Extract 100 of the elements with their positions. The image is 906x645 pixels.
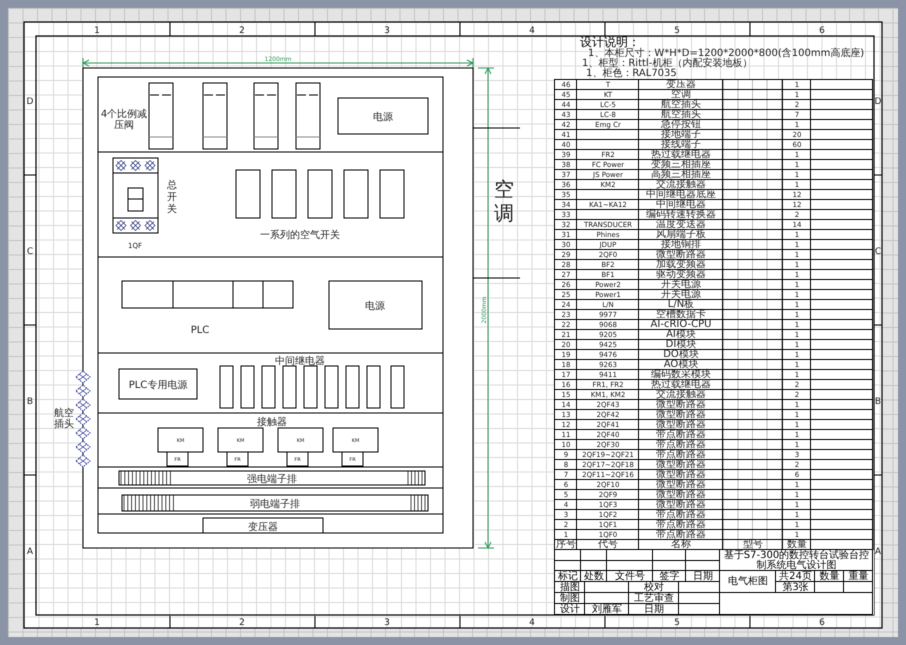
column-header: 数量 [783,540,811,550]
valve-drawing [254,82,278,150]
contactor-drawing [218,428,264,452]
empty-cell [723,530,783,540]
empty-cell [723,310,783,320]
empty-cell [723,280,783,290]
drawing-name: 电气柜图 [720,571,776,593]
table-cell: 编码转速转换器 [639,210,723,220]
table-cell: 带点断路器 [639,520,723,530]
empty-cell [723,350,783,360]
empty-cell [811,410,873,420]
empty-cell [811,480,873,490]
empty-cell [811,310,873,320]
empty-cell [686,560,720,571]
empty-cell [811,170,873,180]
table-cell: 带点断路器 [639,450,723,460]
empty-cell [811,300,873,310]
empty-cell [723,470,783,480]
empty-cell [585,593,629,604]
empty-cell [811,120,873,130]
empty-cell [723,170,783,180]
notes-title: 设计说明： [580,36,640,49]
table-cell: 驱动变频器 [639,270,723,280]
empty-cell [811,150,873,160]
empty-cell [723,130,783,140]
breakers-label: 一系列的空气开关 [260,230,340,241]
drawing-title: 基于S7-300的数控转台试验台控制系统电气设计图 [720,550,873,571]
empty-cell [811,100,873,110]
breaker-drawing [344,170,368,218]
table-cell: L/N板 [639,300,723,310]
table-cell: 中间继电器底座 [639,190,723,200]
table-cell: 微型断路器 [639,410,723,420]
empty-cell [811,520,873,530]
empty-cell [723,330,783,340]
table-cell: 热过载继电器 [639,150,723,160]
empty-cell [723,190,783,200]
empty-cell [811,220,873,230]
empty-cell [723,300,783,310]
table-cell: 航空插头 [639,100,723,110]
column-header: 名称 [639,540,723,550]
plc-module-drawing [122,280,174,308]
valve-drawing [296,82,320,150]
table-cell: 空调 [639,90,723,100]
empty-cell [723,250,783,260]
empty-cell [811,130,873,140]
note-text: 1、柜色：RAL7035 [585,69,678,79]
empty-cell [723,460,783,470]
relay-drawing [240,366,254,408]
relays-label: 中间继电器 [275,356,325,367]
plc-power-label: PLC专用电源 [128,380,188,391]
breaker-drawing [272,170,296,218]
table-cell: AO模块 [639,360,723,370]
title-block-label: 描图 [555,582,585,593]
table-cell: 微型断路器 [639,460,723,470]
table-cell: 编码数采模块 [639,370,723,380]
note-text: 1、柜型：Rittl-机柜（内配安装地板） [581,59,754,69]
title-block-label: 设计 [555,604,585,615]
table-cell: 微型断路器 [639,480,723,490]
plc-label: PLC [190,325,210,336]
empty-cell [844,582,873,593]
zone-letter: A [874,547,882,557]
empty-cell [577,190,639,200]
empty-cell [811,180,873,190]
table-cell: 开关电源 [639,290,723,300]
table-cell: AI模块 [639,330,723,340]
empty-cell [679,604,720,615]
zone-letter: A [26,547,34,557]
valve-drawing [148,82,174,150]
title-block-label: 处数 [581,571,607,582]
terminal-strip-label: 强电端子排 [247,474,297,485]
title-block-label: 共24页 [776,571,815,582]
column-header: 序号 [555,540,577,550]
empty-cell [811,430,873,440]
empty-cell [811,260,873,270]
zone-number: 1 [94,618,100,628]
zone-number: 5 [674,26,680,36]
table-cell: 变频三相插座 [639,160,723,170]
table-cell: 风扇端子板 [639,230,723,240]
table-cell: 航空插头 [639,110,723,120]
valve-label: 4个比例减压阀 [100,109,148,131]
empty-cell [811,380,873,390]
empty-cell [811,370,873,380]
title-block-label: 第3张 [776,582,815,593]
zone-number: 2 [239,26,245,36]
empty-cell [815,582,844,593]
power-supply-label: 电源 [373,112,393,123]
table-cell: 微型断路器 [639,400,723,410]
empty-cell [811,160,873,170]
relay-drawing [366,366,380,408]
empty-cell [723,180,783,190]
table-cell: 接线端子 [639,140,723,150]
table-cell: 高频三相插座 [639,170,723,180]
empty-cell [811,270,873,280]
table-cell: DI模块 [639,340,723,350]
title-block-label: 标记 [555,571,581,582]
empty-cell [723,230,783,240]
table-cell: 接地端子 [639,130,723,140]
column-header: 代号 [577,540,639,550]
zone-letter: D [874,97,882,107]
main-switch-label: 总开关 [167,180,177,215]
